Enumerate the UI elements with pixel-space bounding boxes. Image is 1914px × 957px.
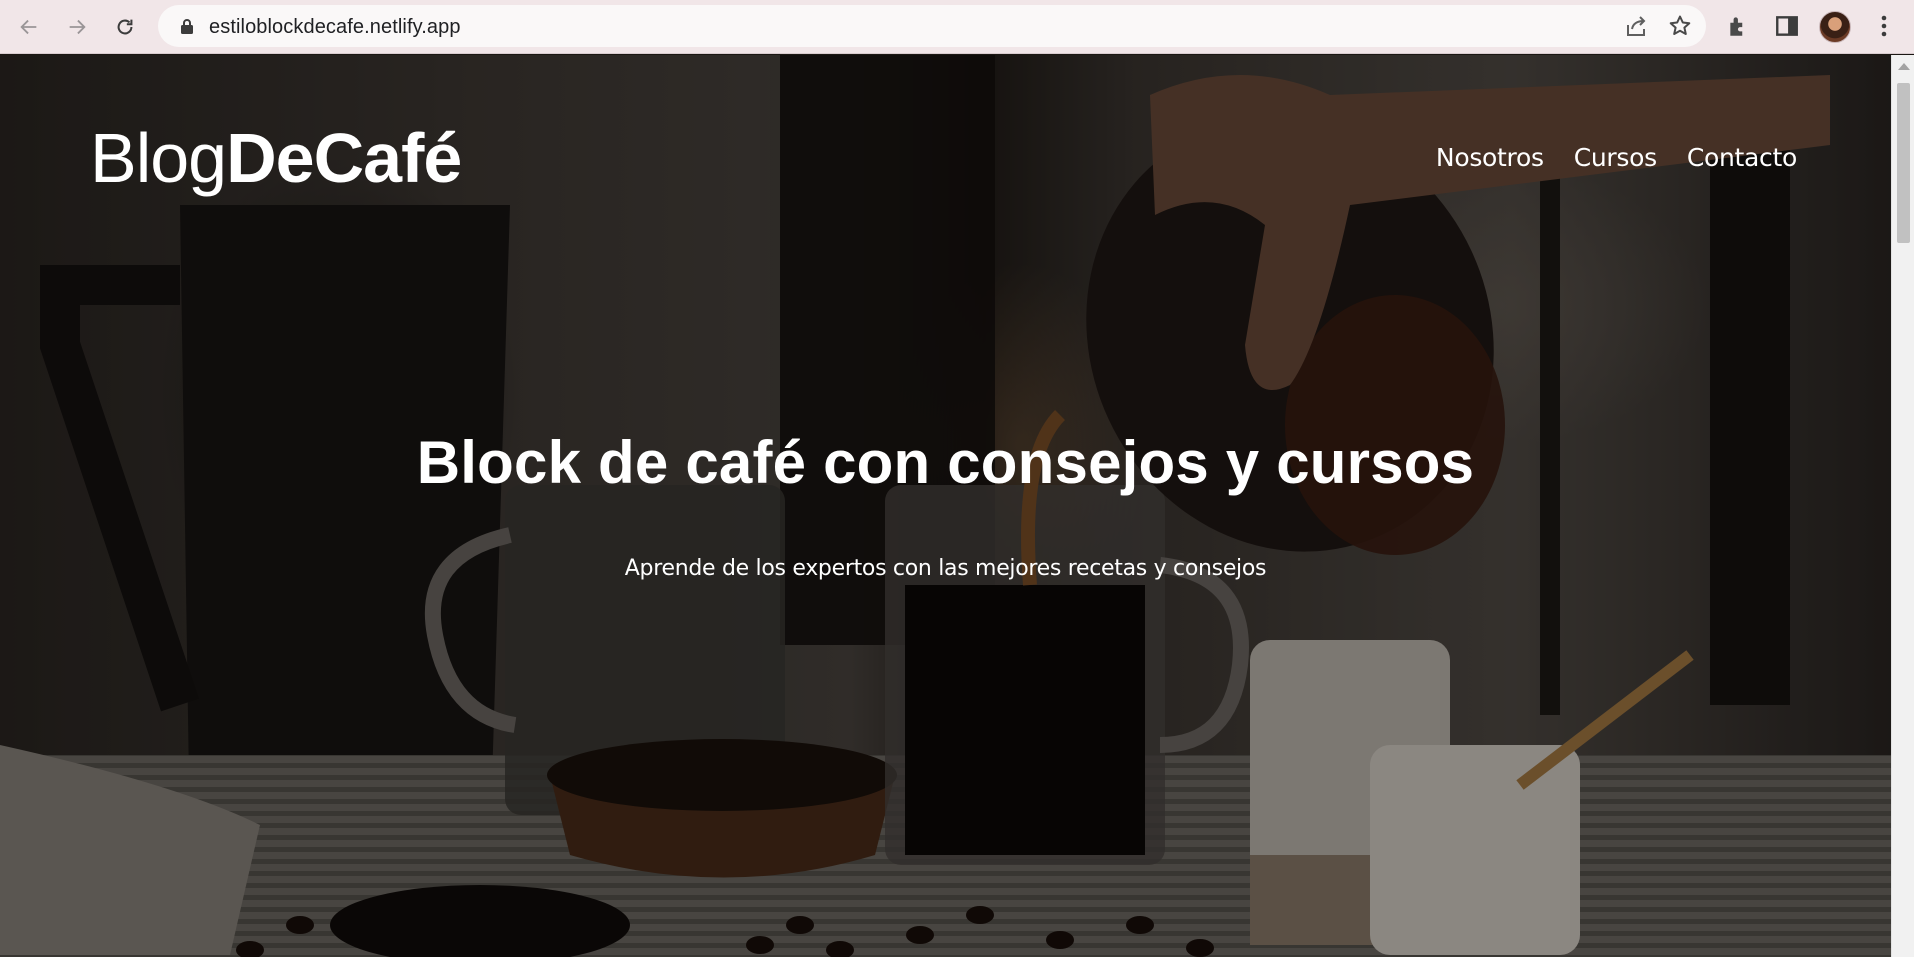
arrow-left-icon (20, 19, 37, 35)
arrow-right-icon (69, 19, 86, 35)
page-viewport: BlogDeCafé Nosotros Cursos Contacto Bloc… (0, 55, 1891, 957)
lock-icon (181, 19, 193, 34)
reload-button[interactable] (108, 10, 142, 44)
nav-link-nosotros[interactable]: Nosotros (1436, 143, 1544, 172)
forward-button[interactable] (60, 10, 94, 44)
star-icon[interactable] (1668, 14, 1692, 38)
logo-part-blog: Blog (90, 119, 227, 197)
address-bar[interactable]: estiloblockdecafe.netlify.app (158, 5, 1706, 47)
back-button[interactable] (12, 10, 46, 44)
url-text[interactable]: estiloblockdecafe.netlify.app (209, 16, 461, 39)
nav-link-contacto[interactable]: Contacto (1687, 143, 1797, 172)
puzzle-icon[interactable] (1726, 13, 1752, 39)
kebab-menu-icon[interactable] (1874, 13, 1894, 39)
scroll-up-arrow-icon[interactable] (1898, 63, 1910, 70)
logo-part-decafe: DeCafé (226, 119, 462, 197)
scrollbar-thumb[interactable] (1897, 83, 1910, 243)
page-scrollbar[interactable] (1891, 55, 1914, 957)
hero-subtitle: Aprende de los expertos con las mejores … (624, 556, 1267, 581)
profile-avatar[interactable] (1819, 11, 1851, 43)
side-panel-icon[interactable] (1774, 13, 1800, 39)
site-logo[interactable]: BlogDeCafé (90, 123, 462, 193)
nav-link-cursos[interactable]: Cursos (1574, 143, 1657, 172)
browser-toolbar: estiloblockdecafe.netlify.app (0, 0, 1914, 54)
share-icon[interactable] (1624, 15, 1648, 39)
reload-icon (117, 19, 133, 35)
hero-title: Block de café con consejos y cursos (416, 429, 1475, 496)
main-nav: Nosotros Cursos Contacto (1436, 143, 1797, 172)
